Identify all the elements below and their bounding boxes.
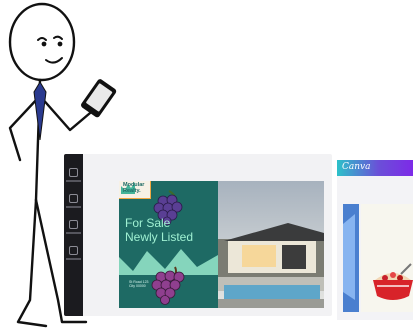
salad-bowl-icon <box>373 263 413 300</box>
address-text: St Road 123 City 00000 <box>129 280 149 288</box>
headline-line-2: Newly Listed <box>125 230 194 244</box>
grapes-icon <box>151 266 185 305</box>
tie <box>33 81 47 141</box>
preview-strip <box>343 204 359 312</box>
house-photo <box>218 181 324 308</box>
canva-panel: Canva <box>337 160 413 320</box>
smartphone-icon <box>81 79 117 118</box>
headline-line-1: For Sale <box>125 216 171 230</box>
canvas-left-panel: Modular Realty. For Sale Newly Listed St… <box>119 181 218 308</box>
canva-header: Canva <box>337 160 413 176</box>
canva-logo: Canva <box>342 162 371 172</box>
stick-figure <box>8 2 117 328</box>
figure-head <box>8 2 76 82</box>
design-canvas[interactable]: Modular Realty. For Sale Newly Listed St… <box>119 181 324 308</box>
